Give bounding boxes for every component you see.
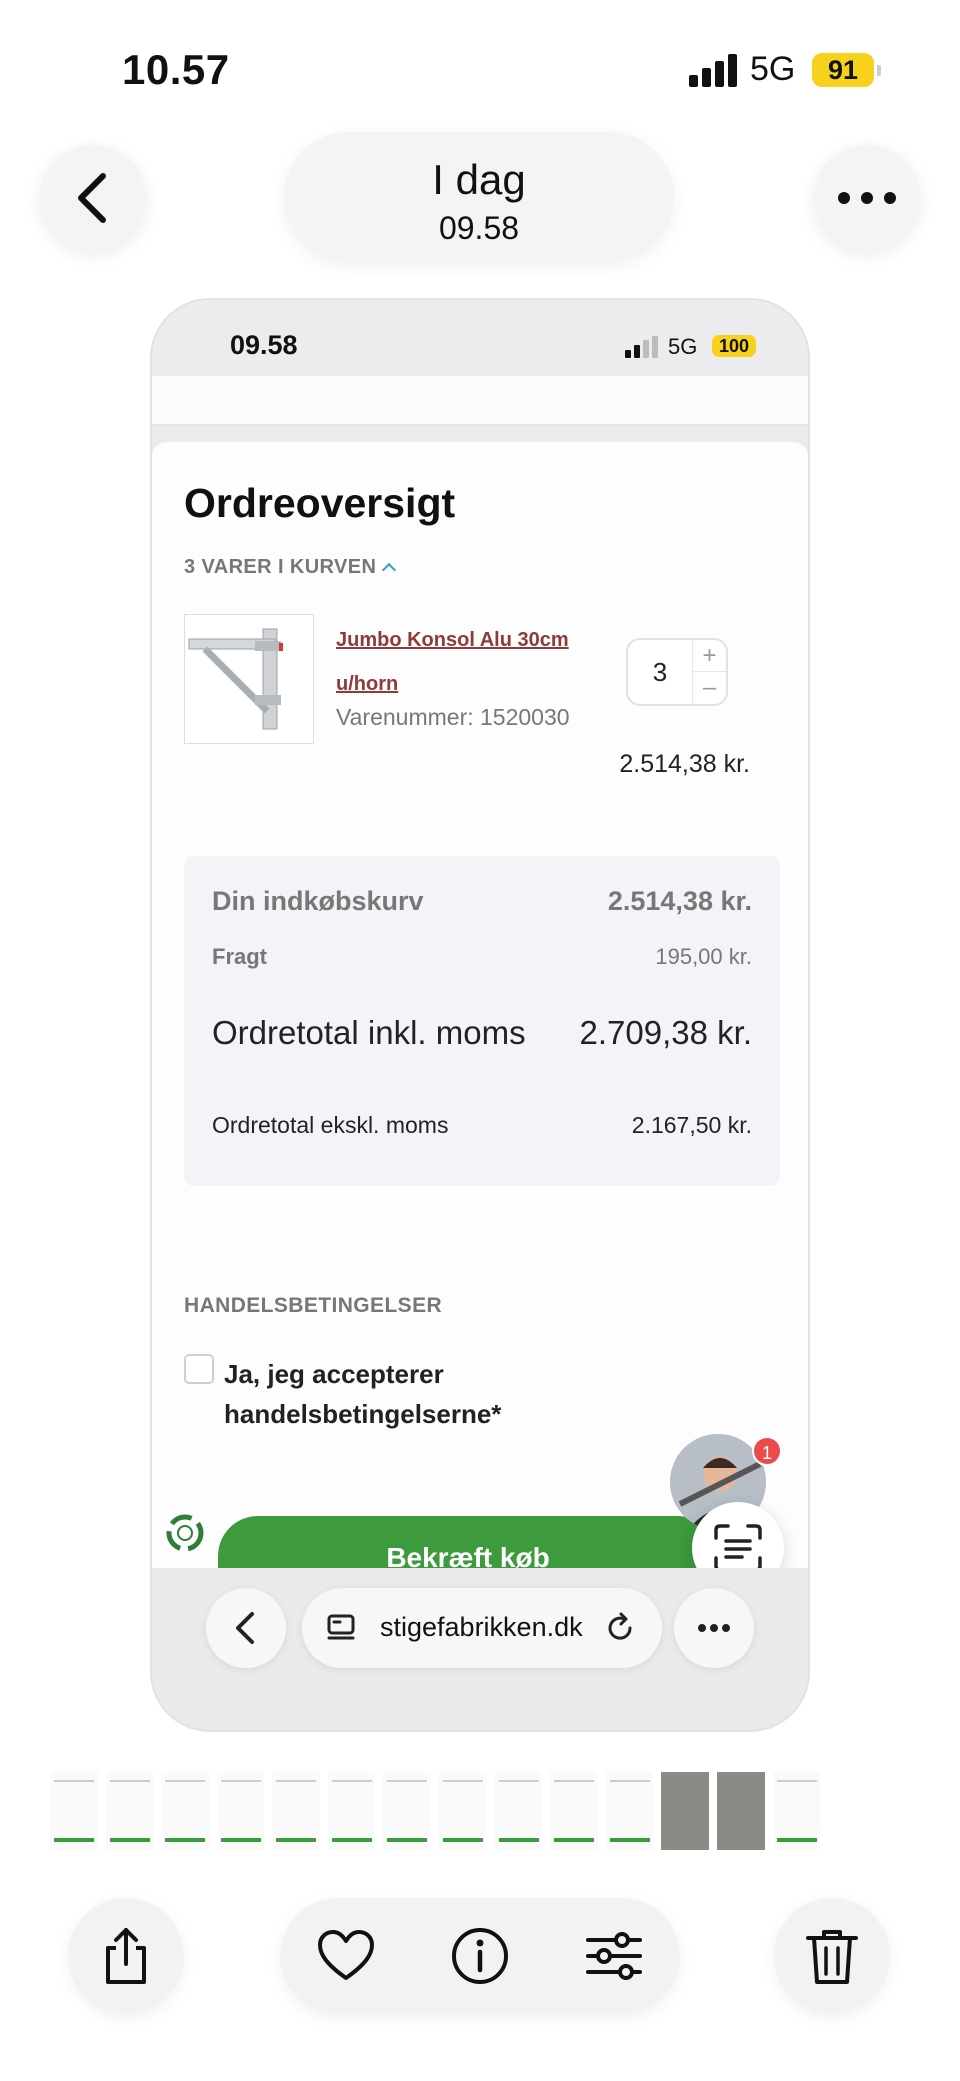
thumbnail[interactable] [661,1772,709,1850]
order-page: Ordreoversigt 3 VARER I KURVEN Jumbo Kon… [152,442,808,1606]
accept-terms-checkbox[interactable] [184,1354,214,1384]
signal-icon [689,53,739,87]
thumbnail[interactable] [272,1772,320,1850]
product-sku: Varenummer: 1520030 [336,704,570,730]
recycle-icon[interactable] [160,1508,210,1558]
thumbnail[interactable] [216,1772,265,1850]
thumbnail[interactable] [383,1772,432,1850]
total-excl-vat-label: Ordretotal ekskl. moms [212,1112,449,1138]
battery-indicator: 91 [812,53,881,87]
inner-battery-indicator: 100 [712,335,756,357]
photo-thumbnail-strip[interactable] [50,1772,821,1850]
inner-signal-icon [625,336,659,358]
cart-subtotal-row: Din indkøbskurv 2.514,38 kr. [212,886,752,917]
status-time: 10.57 [122,46,230,93]
shipping-row: Fragt 195,00 kr. [212,944,752,970]
back-button[interactable] [40,145,146,251]
more-dots-icon [838,192,896,204]
tabs-icon [327,1614,355,1640]
outer-status-bar: 10.57 5G 91 [0,0,960,120]
thumbnail[interactable] [772,1772,821,1850]
network-label: 5G [750,50,796,88]
total-incl-vat-row: Ordretotal inkl. moms 2.709,38 kr. [212,1014,752,1052]
address-bar[interactable]: stigefabrikken.dk [302,1588,662,1668]
photo-date-title[interactable]: I dag 09.58 [284,132,674,262]
product-image[interactable] [184,614,314,744]
screenshot-preview: 09.58 5G 100 Ordreoversigt 3 VARER I KUR… [150,298,810,1732]
delete-button[interactable] [774,1898,890,2014]
inner-status-bar: 09.58 5G 100 [152,300,808,376]
thumbnail[interactable] [605,1772,654,1850]
back-chevron-icon [236,1612,254,1644]
photo-actions-group [280,1898,680,2014]
sliders-icon[interactable] [582,1924,646,1988]
cart-subtotal-label: Din indkøbskurv [212,886,424,916]
more-options-button[interactable] [814,145,920,251]
product-name-link[interactable]: Jumbo Konsol Alu 30cm u/horn [336,618,596,706]
page-header-strip [152,376,808,426]
page-title: Ordreoversigt [184,480,456,526]
trash-icon [806,1930,858,1984]
quantity-stepper[interactable]: 3 + – [626,638,728,706]
shipping-value: 195,00 kr. [655,944,752,969]
thumbnail[interactable] [327,1772,376,1850]
heart-icon[interactable] [314,1924,378,1988]
inner-status-time: 09.58 [230,330,298,360]
reload-icon[interactable] [602,1610,638,1646]
order-summary: Din indkøbskurv 2.514,38 kr. Fragt 195,0… [184,856,780,1186]
shipping-label: Fragt [212,944,267,969]
thumbnail[interactable] [716,1772,765,1850]
share-icon [106,1928,146,1984]
thumbnail[interactable] [161,1772,209,1850]
thumbnail[interactable] [105,1772,154,1850]
browser-back-button[interactable] [206,1588,286,1668]
share-button[interactable] [68,1898,184,2014]
info-icon[interactable] [448,1924,512,1988]
total-incl-vat-value: 2.709,38 kr. [579,1014,752,1051]
terms-heading: HANDELSBETINGELSER [184,1294,443,1317]
accept-terms-label[interactable]: Ja, jeg accepterer handelsbetingelserne* [224,1354,604,1434]
url-text: stigefabrikken.dk [380,1612,583,1642]
cart-subtotal-value: 2.514,38 kr. [607,886,752,916]
thumbnail[interactable] [550,1772,598,1850]
total-excl-vat-value: 2.167,50 kr. [631,1112,752,1138]
thumbnail[interactable] [494,1772,543,1850]
quantity-value[interactable]: 3 [628,640,692,704]
chevron-up-icon [382,562,397,578]
bracket-product-icon [188,628,283,730]
title-time: 09.58 [438,210,520,246]
line-item-price: 2.514,38 kr. [619,750,750,778]
quantity-increase-button[interactable]: + [692,640,726,672]
title-day: I dag [432,156,526,203]
cart-items-toggle[interactable]: 3 VARER I KURVEN [184,556,397,579]
quantity-decrease-button[interactable]: – [692,672,726,704]
total-excl-vat-row: Ordretotal ekskl. moms 2.167,50 kr. [212,1112,752,1139]
thumbnail[interactable] [439,1772,487,1850]
total-incl-vat-label: Ordretotal inkl. moms [212,1014,526,1051]
browser-toolbar: stigefabrikken.dk [152,1568,808,1730]
cart-items-count: 3 VARER I KURVEN [184,556,377,578]
thumbnail[interactable] [50,1772,98,1850]
browser-more-button[interactable] [674,1588,754,1668]
inner-network-label: 5G [668,334,698,359]
back-chevron-icon [78,173,106,223]
more-dots-icon [698,1624,730,1632]
chat-notification-badge: 1 [752,1436,782,1466]
